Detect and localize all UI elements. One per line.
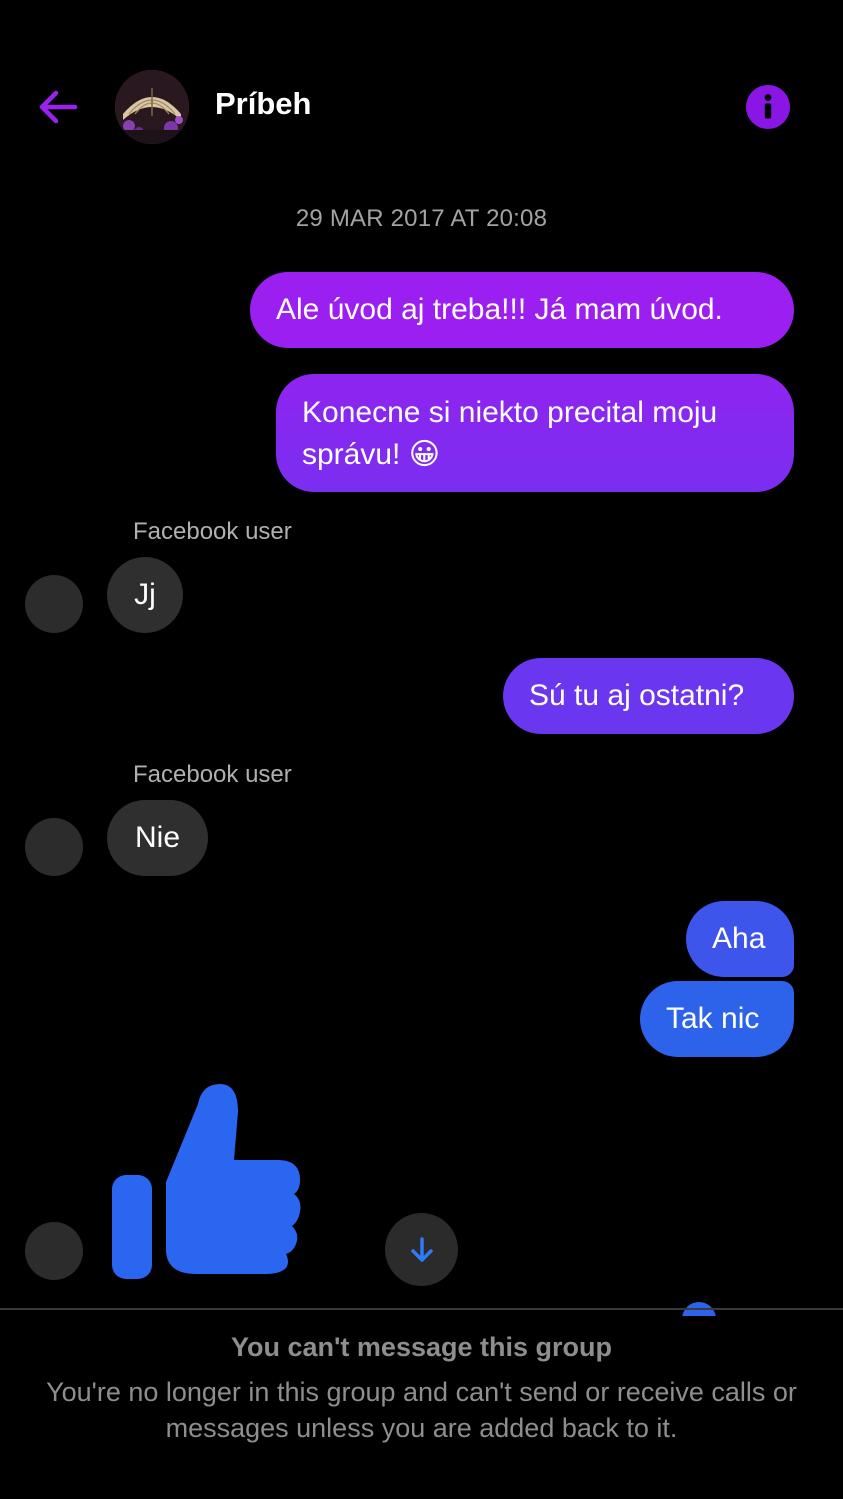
incoming-message[interactable]: Nie	[107, 800, 208, 876]
message-text: Tak nic	[666, 1002, 760, 1035]
message-text: Nie	[134, 821, 180, 854]
like-message[interactable]	[110, 1082, 305, 1282]
scroll-to-bottom-button[interactable]	[385, 1213, 458, 1286]
incoming-message[interactable]: Jj	[107, 557, 183, 633]
sender-avatar[interactable]	[25, 818, 83, 876]
message-text: Ale úvod aj treba!!! Já mam úvod.	[276, 293, 723, 326]
outgoing-message[interactable]: Konecne si niekto precital moju správu! …	[276, 374, 794, 492]
message-text: Sú tu aj ostatni?	[529, 679, 745, 712]
message-text: Jj	[134, 578, 156, 611]
arrow-left-icon	[39, 90, 78, 124]
thumbs-up-icon	[112, 1084, 301, 1279]
sender-name: Facebook user	[133, 518, 292, 545]
info-button[interactable]	[746, 85, 790, 129]
group-avatar[interactable]	[115, 70, 189, 144]
notice-title: You can't message this group	[231, 1332, 612, 1362]
outgoing-message[interactable]: Ale úvod aj treba!!! Já mam úvod.	[250, 272, 794, 348]
back-button[interactable]	[30, 82, 86, 132]
message-text: Aha	[712, 922, 766, 955]
message-timestamp: 29 MAR 2017 AT 20:08	[295, 205, 548, 232]
composer-divider	[0, 1308, 843, 1310]
sender-avatar[interactable]	[25, 575, 83, 633]
arrow-down-icon	[410, 1236, 433, 1262]
outgoing-message[interactable]: Aha	[686, 901, 794, 977]
conversation-title[interactable]: Príbeh	[215, 86, 311, 122]
notice-body: You're no longer in this group and can't…	[46, 1377, 797, 1443]
book-image	[115, 70, 189, 144]
sender-avatar[interactable]	[25, 1222, 83, 1280]
outgoing-message[interactable]: Sú tu aj ostatni?	[503, 658, 794, 734]
info-icon	[764, 94, 772, 119]
message-text: Konecne si niekto precital moju správu! …	[302, 396, 718, 471]
sender-name: Facebook user	[133, 761, 292, 788]
outgoing-message[interactable]: Tak nic	[640, 981, 794, 1057]
